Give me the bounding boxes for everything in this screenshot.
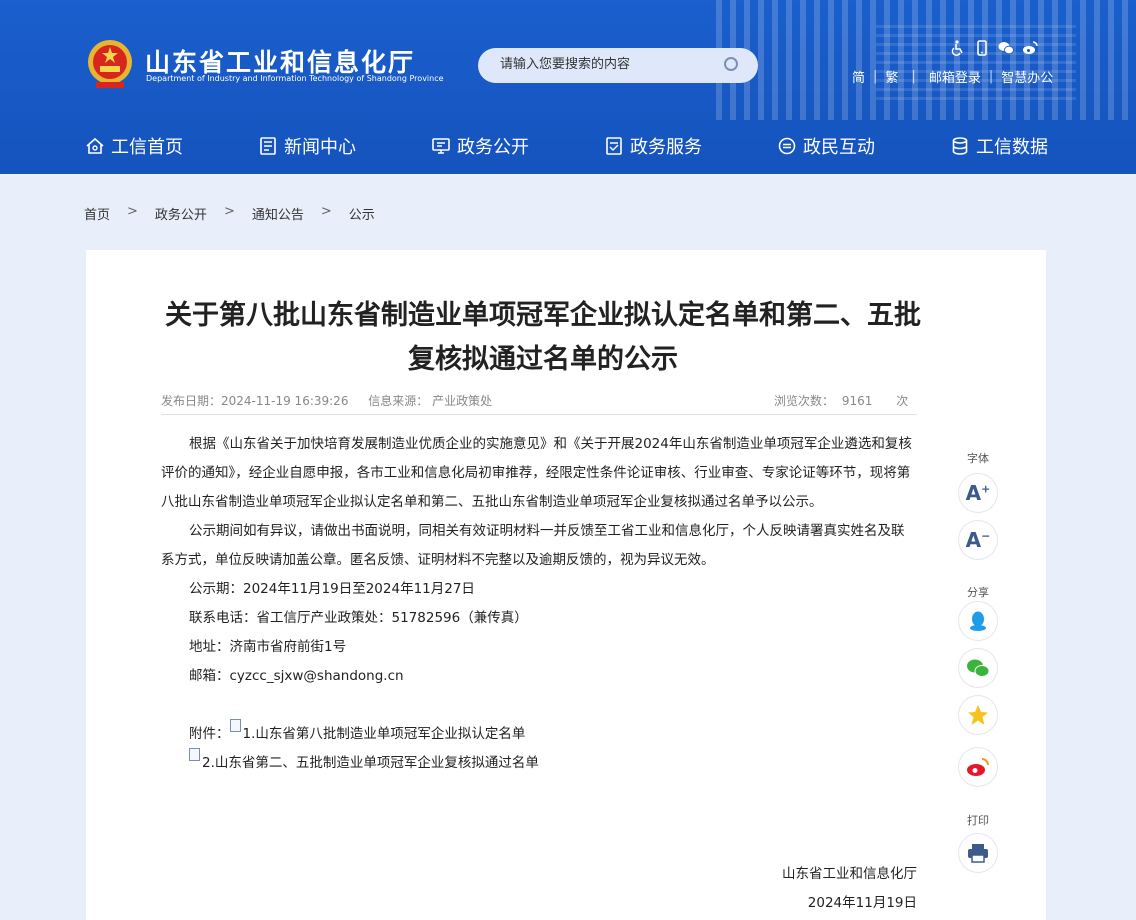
font-increase-icon: A+ — [965, 481, 991, 505]
paragraph: 公示期间如有异议，请做出书面说明，同相关有效证明材料一并反馈至工省工业和信息化厅… — [161, 523, 905, 568]
nav-item-interaction[interactable]: 政民互动 — [777, 133, 875, 159]
nav-item-data[interactable]: 工信数据 — [950, 133, 1048, 159]
national-emblem-icon — [88, 40, 132, 88]
info-source: 信息来源： 产业政策处 — [368, 394, 493, 408]
traditional-chinese-link[interactable]: 繁 — [885, 67, 898, 86]
signature-block: 山东省工业和信息化厅 2024年11月19日 — [770, 860, 917, 918]
weibo-icon — [967, 758, 989, 776]
attachment-line: 2.山东省第二、五批制造业单项冠军企业复核拟通过名单 — [161, 748, 917, 778]
separator: | — [873, 69, 878, 84]
share-label: 分享 — [967, 586, 989, 599]
nav-label: 新闻中心 — [284, 137, 356, 158]
attachment-line: 附件： 1.山东省第八批制造业单项冠军企业拟认定名单 — [161, 719, 917, 749]
breadcrumb-separator: > — [320, 204, 332, 219]
article-title: 关于第八批山东省制造业单项冠军企业拟认定名单和第二、五批复核拟通过名单的公示 — [165, 300, 921, 375]
nav-item-gov-open[interactable]: 政务公开 — [431, 133, 529, 159]
breadcrumb-separator: > — [127, 204, 138, 219]
mailbox-login-link[interactable]: 邮箱登录 — [929, 67, 981, 86]
utility-links: 简 | 繁 | 邮箱登录 | 智慧办公 — [852, 67, 1053, 86]
nav-label: 政务公开 — [457, 137, 529, 158]
attachment-link-1[interactable]: 1.山东省第八批制造业单项冠军企业拟认定名单 — [243, 726, 526, 742]
publish-date: 发布日期：2024-11-19 16:39:26 — [161, 394, 349, 408]
attachment-link-2[interactable]: 2.山东省第二、五批制造业单项冠军企业复核拟通过名单 — [202, 755, 539, 771]
font-increase-button[interactable]: A+ — [959, 474, 997, 512]
simplified-chinese-link[interactable]: 简 — [852, 67, 865, 86]
file-icon — [189, 748, 200, 761]
qzone-icon — [968, 705, 988, 725]
home-icon — [86, 137, 104, 154]
view-count: 浏览次数： 9161 次 — [774, 392, 908, 409]
breadcrumb-home[interactable]: 首页 — [84, 204, 110, 223]
mobile-icon[interactable] — [974, 40, 990, 56]
interaction-icon — [778, 137, 796, 155]
smart-office-link[interactable]: 智慧办公 — [1001, 67, 1053, 86]
breadcrumb-notices[interactable]: 通知公告 — [252, 204, 304, 223]
print-label: 打印 — [967, 814, 989, 827]
views-unit: 次 — [896, 394, 909, 408]
search-box[interactable] — [478, 48, 758, 83]
signature-date: 2024年11月19日 — [807, 895, 917, 911]
wechat-icon[interactable] — [998, 40, 1014, 56]
share-qq-button[interactable] — [959, 602, 997, 640]
main-nav: 工信首页 新闻中心 政务公开 政务服务 政民互动 工信数据 — [0, 120, 1136, 174]
accessibility-icon[interactable] — [950, 40, 966, 56]
font-decrease-icon: A− — [965, 528, 991, 552]
contact-address: 地址：济南市省府前街1号 — [189, 639, 347, 655]
utility-icons — [950, 40, 1038, 56]
divider — [161, 414, 917, 415]
share-qzone-button[interactable] — [959, 696, 997, 734]
nav-label: 工信首页 — [111, 137, 183, 158]
share-wechat-button[interactable] — [959, 649, 997, 687]
nav-item-home[interactable]: 工信首页 — [85, 133, 183, 159]
contact-email: 邮箱：cyzcc_sjxw@shandong.cn — [189, 668, 404, 684]
nav-item-news[interactable]: 新闻中心 — [258, 133, 356, 159]
views-label: 浏览次数： — [774, 394, 835, 408]
service-icon — [606, 137, 622, 155]
breadcrumb-separator: > — [223, 204, 235, 219]
attachment-label: 附件： — [189, 726, 230, 742]
search-input[interactable] — [498, 56, 702, 73]
weibo-icon[interactable] — [1022, 40, 1038, 56]
breadcrumb-gov-open[interactable]: 政务公开 — [155, 204, 207, 223]
nav-label: 政民互动 — [803, 137, 875, 158]
search-icon[interactable] — [724, 57, 740, 73]
site-name-english: Department of Industry and Information T… — [146, 74, 444, 83]
wechat-icon — [967, 659, 990, 677]
header-background-pattern — [876, 20, 1076, 100]
database-icon — [952, 137, 968, 155]
nav-item-gov-service[interactable]: 政务服务 — [604, 133, 702, 159]
paragraph: 根据《山东省关于加快培育发展制造业优质企业的实施意见》和《关于开展2024年山东… — [161, 436, 912, 510]
font-decrease-button[interactable]: A− — [959, 521, 997, 559]
news-icon — [260, 137, 276, 155]
gov-open-icon — [432, 138, 450, 154]
file-icon — [229, 719, 241, 732]
contact-phone: 联系电话：省工信厅产业政策处：51782596（兼传真） — [189, 610, 528, 626]
font-label: 字体 — [967, 452, 989, 465]
print-icon — [968, 844, 988, 863]
views-value: 9161 — [841, 394, 873, 408]
publicity-period: 公示期：2024年11月19日至2024年11月27日 — [189, 581, 475, 597]
share-weibo-button[interactable] — [959, 748, 997, 786]
print-button[interactable] — [959, 834, 997, 872]
breadcrumb: 首页 > 政务公开 > 通知公告 > 公示 — [84, 204, 375, 223]
site-header: 山东省工业和信息化厅 Department of Industry and In… — [0, 0, 1136, 174]
separator: | — [988, 69, 994, 84]
article-meta: 发布日期：2024-11-19 16:39:26 信息来源： 产业政策处 — [161, 392, 508, 409]
separator: | — [911, 69, 916, 84]
nav-label: 政务服务 — [630, 137, 702, 158]
nav-label: 工信数据 — [976, 137, 1048, 158]
breadcrumb-publicity[interactable]: 公示 — [349, 204, 375, 223]
article-body: 根据《山东省关于加快培育发展制造业优质企业的实施意见》和《关于开展2024年山东… — [161, 430, 917, 778]
signature-org: 山东省工业和信息化厅 — [782, 866, 917, 882]
qq-icon — [970, 611, 986, 631]
